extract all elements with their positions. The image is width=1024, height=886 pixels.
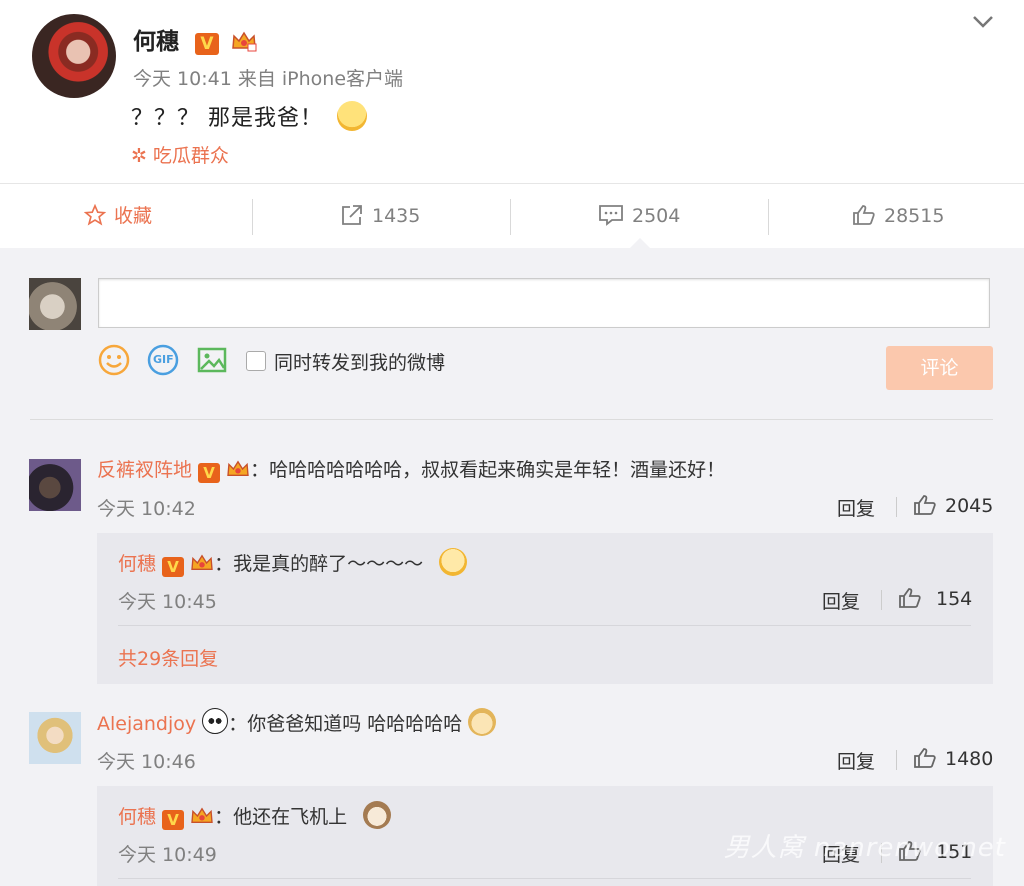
reply-line: 何穗 V ：我是真的醉了～～～～ [118,548,468,577]
topic-link[interactable]: ✲ 吃瓜群众 [131,141,229,168]
reply-username[interactable]: 何穗 [118,806,156,828]
reply-like-count: 154 [936,588,973,610]
my-avatar [29,278,81,330]
image-icon[interactable] [196,344,228,376]
post-text: ？？？ 那是我爸！ [131,100,367,132]
author-avatar[interactable] [32,14,116,98]
comment-avatar[interactable] [29,459,81,511]
comment-like-count: 1480 [945,748,994,770]
repost-checkbox-label: 同时转发到我的微博 [274,352,446,374]
verified-badge: V [162,810,185,830]
reply-divider [118,878,971,879]
composer-divider [30,419,993,420]
thumbs-up-icon [899,588,921,608]
comment-line: 反裤衩阵地 V ：哈哈哈哈哈哈哈，叔叔看起来确实是年轻！酒量还好！ [97,455,725,483]
watermark: 男人窝 nanrenwo.net [723,833,1006,863]
action-separator [881,590,882,610]
smiley-icon[interactable] [98,344,130,376]
comment-like-button[interactable]: 2045 [913,494,993,517]
panda-icon [202,708,229,734]
reply-time: 今天 10:49 [118,844,217,866]
comment-time: 今天 10:42 [97,498,196,520]
verified-badge: V [162,557,185,577]
topic-label: 吃瓜群众 [152,145,229,167]
reply-button[interactable]: 回复 [822,587,860,614]
comment-count: 2504 [632,205,681,227]
reply-button[interactable]: 回复 [837,747,875,774]
comment-line: Alejandjoy ：你爸爸知道吗 哈哈哈哈哈 [97,708,497,736]
gif-icon[interactable]: GIF [147,344,179,376]
comment-like-count: 2045 [945,495,994,517]
action-divider [768,199,769,235]
action-bar: 收藏 1435 2504 28515 [0,183,1024,249]
verified-badge: V [198,463,221,483]
chevron-down-icon[interactable] [972,10,994,35]
action-divider [252,199,253,235]
reply-divider [118,625,971,626]
author-name[interactable]: 何穗 [133,29,179,55]
post-text-content: ？？？ 那是我爸！ [131,106,323,131]
more-replies-link[interactable]: 共29条回复 [118,644,218,671]
cat-emoji-icon [363,801,392,829]
comment-input[interactable] [98,278,990,328]
laugh-cry-emoji-icon [337,101,367,131]
post-meta: 今天 10:41 来自 iPhone客户端 [133,68,404,90]
crown-icon [191,807,213,824]
comment-like-button[interactable]: 1480 [913,747,993,770]
like-count: 28515 [884,205,945,227]
doge-emoji-icon [468,708,497,736]
action-divider [510,199,511,235]
action-separator [896,750,897,770]
author-line: 何穗 V [133,22,257,56]
share-icon [342,205,362,225]
gif-label: GIF [153,353,174,366]
comment-avatar[interactable] [29,712,81,764]
favorite-label: 收藏 [114,205,153,227]
comment-text: ：哈哈哈哈哈哈哈，叔叔看起来确实是年轻！酒量还好！ [250,459,726,481]
reply-line: 何穗 V ：他还在飞机上 [118,801,392,830]
reply-username[interactable]: 何穗 [118,553,156,575]
comment-text: ：你爸爸知道吗 哈哈哈哈哈 [228,713,463,735]
reply-time: 今天 10:45 [118,591,217,613]
thumbs-up-icon [853,205,875,225]
crown-icon [227,460,249,477]
repost-checkbox[interactable] [246,351,266,371]
favorite-button[interactable]: 收藏 [83,184,153,249]
repost-count: 1435 [372,205,421,227]
dizzy-emoji-icon [439,548,468,576]
comment-username[interactable]: 反裤衩阵地 [97,459,192,481]
comment-tab-caret [630,238,650,248]
like-button[interactable]: 28515 [852,184,944,249]
reply-like-button[interactable]: 154 [898,587,972,610]
verified-badge: V [195,33,220,55]
comment-icon [599,205,623,226]
thumbs-up-icon [914,495,936,515]
repost-button[interactable]: 1435 [340,184,420,249]
reply-text: ：我是真的醉了～～～～ [214,553,424,575]
thumbs-up-icon [914,748,936,768]
star-icon [83,203,107,226]
action-separator [896,497,897,517]
crown-icon [191,554,213,571]
comment-time: 今天 10:46 [97,751,196,773]
reply-button[interactable]: 回复 [837,494,875,521]
crown-icon [231,30,257,52]
submit-comment-button[interactable]: 评论 [886,346,993,390]
comment-username[interactable]: Alejandjoy [97,713,196,735]
reply-text: ：他还在飞机上 [214,806,348,828]
flower-icon: ✲ [131,145,147,167]
